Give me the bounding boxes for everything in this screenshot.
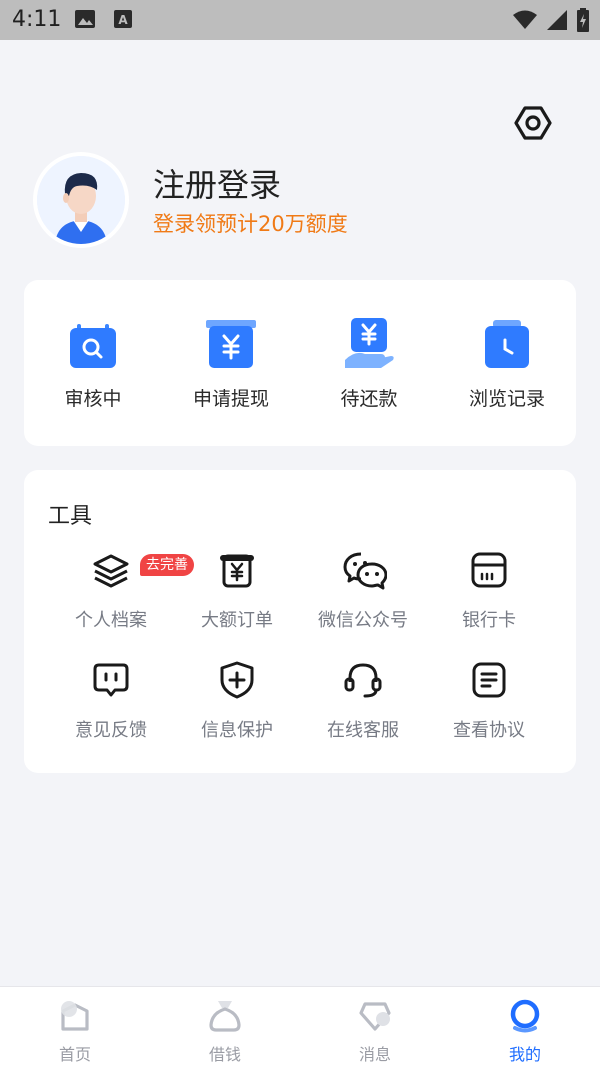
signal-icon (546, 9, 568, 35)
status-label: 待还款 (340, 388, 398, 410)
status-item-review[interactable]: 审核中 (24, 280, 162, 446)
nav-label: 借钱 (208, 1045, 241, 1064)
message-icon (357, 999, 393, 1033)
tool-info-protection[interactable]: 信息保护 (174, 660, 300, 750)
status-label: 审核中 (64, 388, 122, 410)
tool-label: 信息保护 (201, 720, 273, 741)
status-bar: 4:11 A (0, 0, 600, 40)
bank-card-icon (469, 550, 509, 590)
font-icon: A (113, 9, 133, 33)
settings-hex-icon (514, 106, 552, 140)
wechat-icon (343, 550, 388, 590)
home-icon (57, 999, 93, 1033)
status-label: 申请提现 (192, 388, 269, 410)
tool-personal-profile[interactable]: 去完善 个人档案 (48, 550, 194, 640)
svg-text:A: A (118, 13, 128, 27)
tool-label: 在线客服 (327, 720, 399, 741)
repay-hand-yen-icon (341, 316, 397, 372)
tool-label: 银行卡 (462, 610, 516, 631)
tool-label: 大额订单 (201, 610, 273, 631)
bottom-nav: 首页 借钱 消息 我的 (0, 986, 600, 1066)
tool-large-order[interactable]: 大额订单 (174, 550, 300, 640)
status-item-repay[interactable]: 待还款 (300, 280, 438, 446)
settings-button[interactable] (513, 103, 553, 143)
tool-feedback[interactable]: 意见反馈 (48, 660, 174, 750)
document-icon (469, 660, 509, 700)
withdraw-yen-icon (203, 316, 259, 372)
borrow-icon (207, 999, 243, 1033)
wifi-icon (512, 9, 538, 35)
nav-messages[interactable]: 消息 (300, 987, 450, 1066)
tool-wechat[interactable]: 微信公众号 (300, 550, 426, 640)
status-item-history[interactable]: 浏览记录 (438, 280, 576, 446)
nav-label: 我的 (508, 1045, 541, 1064)
tool-label: 微信公众号 (318, 610, 408, 631)
tool-view-agreement[interactable]: 查看协议 (426, 660, 552, 750)
tool-online-service[interactable]: 在线客服 (300, 660, 426, 750)
tools-title: 工具 (48, 504, 93, 529)
nav-borrow[interactable]: 借钱 (150, 987, 300, 1066)
avatar-person-icon (37, 156, 125, 244)
nav-mine[interactable]: 我的 (450, 987, 600, 1066)
tool-bank-card[interactable]: 银行卡 (426, 550, 552, 640)
profile-subtitle[interactable]: 登录领预计20万额度 (153, 208, 348, 238)
profile-ring-icon (507, 999, 543, 1033)
tool-label: 意见反馈 (75, 720, 147, 741)
loan-status-card: 审核中 申请提现 待还款 浏览记录 (24, 280, 576, 446)
status-time: 4:11 (12, 7, 62, 32)
history-clock-icon (479, 316, 535, 372)
avatar[interactable] (33, 152, 129, 248)
tool-label: 个人档案 (75, 610, 147, 631)
image-icon (74, 9, 96, 33)
profile-name[interactable]: 注册登录 (153, 160, 281, 206)
review-search-icon (65, 316, 121, 372)
status-label: 浏览记录 (468, 388, 545, 410)
layers-icon (91, 550, 131, 590)
nav-home[interactable]: 首页 (0, 987, 150, 1066)
tool-label: 查看协议 (453, 720, 525, 741)
feedback-chat-icon (91, 660, 131, 700)
nav-label: 消息 (358, 1045, 391, 1064)
headset-icon (343, 660, 383, 700)
nav-label: 首页 (58, 1045, 91, 1064)
tools-card: 工具 去完善 个人档案 大额订单 微信公众号 银行卡 意见反馈 信息保护 在线客… (24, 470, 576, 773)
battery-charging-icon (576, 8, 590, 36)
shield-plus-icon (217, 660, 257, 700)
status-item-withdraw[interactable]: 申请提现 (162, 280, 300, 446)
yen-order-icon (217, 550, 257, 590)
